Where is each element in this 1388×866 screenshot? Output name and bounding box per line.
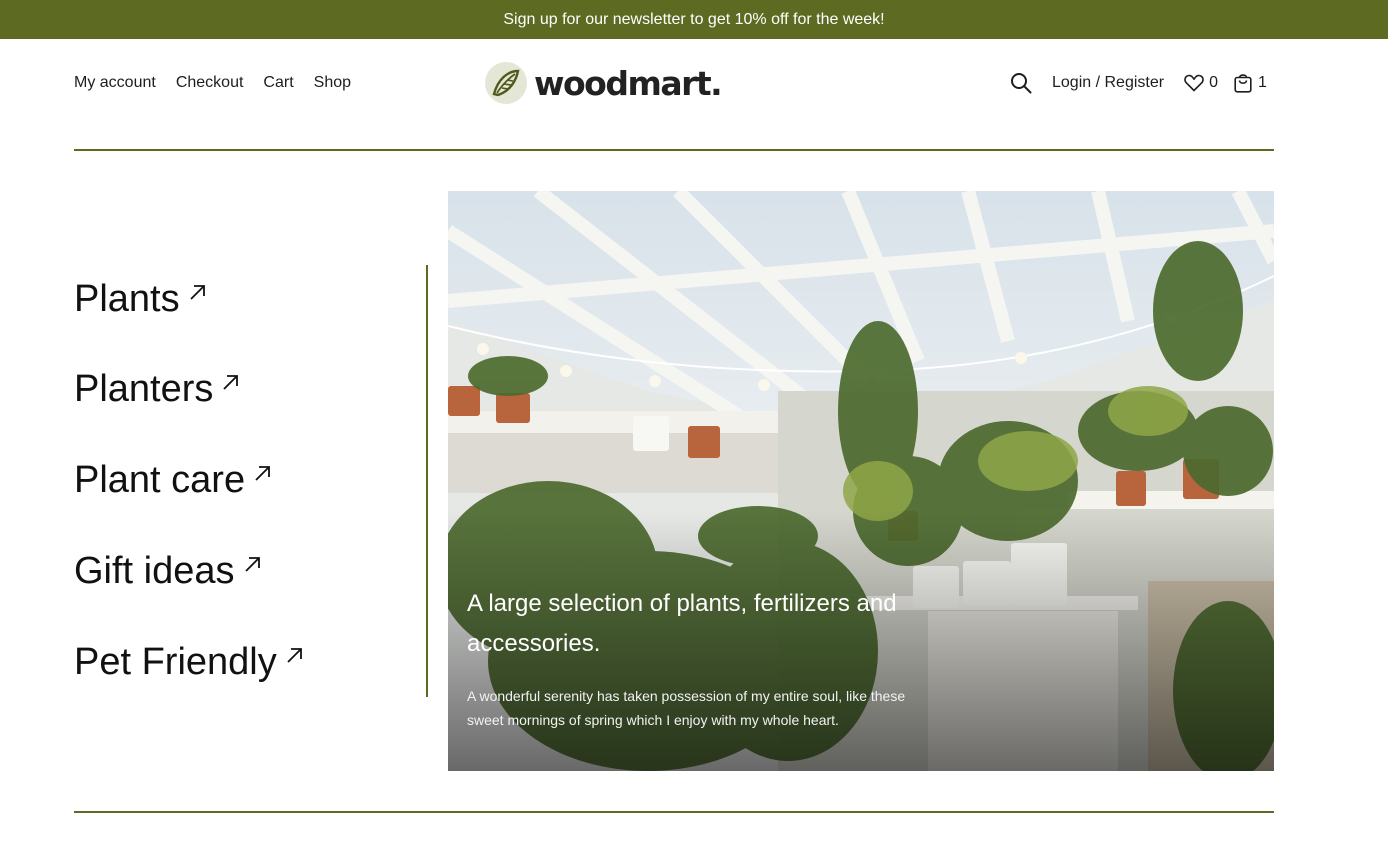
nav-cart[interactable]: Cart: [263, 74, 293, 92]
section-divider: [74, 811, 1274, 813]
category-label: Plant care: [74, 459, 246, 501]
header-actions: Login / Register 0 1: [1010, 72, 1267, 94]
primary-nav: My account Checkout Cart Shop: [74, 74, 351, 92]
arrow-up-right-icon: [189, 285, 205, 300]
category-planters[interactable]: Planters: [74, 368, 241, 411]
nav-my-account[interactable]: My account: [74, 74, 156, 92]
logo-text: woodmart.: [534, 63, 723, 103]
arrow-up-right-icon: [244, 557, 260, 572]
category-pet-friendly[interactable]: Pet Friendly: [74, 641, 305, 684]
hero-banner[interactable]: A large selection of plants, fertilizers…: [448, 191, 1274, 771]
wishlist-count: 0: [1209, 74, 1218, 91]
cart-count: 1: [1257, 74, 1267, 91]
hero-title: A large selection of plants, fertilizers…: [467, 590, 897, 657]
nav-checkout[interactable]: Checkout: [176, 74, 244, 92]
category-label: Gift ideas: [74, 550, 235, 592]
wishlist-button[interactable]: 0: [1184, 74, 1218, 92]
category-list: Plants Planters Plant care Gift ideas Pe…: [74, 265, 428, 697]
arrow-up-right-icon: [255, 466, 270, 481]
nav-shop[interactable]: Shop: [314, 74, 351, 92]
category-label: Plants: [74, 278, 180, 320]
category-label: Pet Friendly: [74, 641, 277, 683]
hero-description: A wonderful serenity has taken possessio…: [467, 688, 906, 728]
shopping-bag-icon: [1234, 74, 1252, 93]
header: My account Checkout Cart Shop woodmart. …: [0, 39, 1388, 129]
category-plants[interactable]: Plants: [74, 278, 208, 321]
search-icon: [1011, 73, 1032, 94]
logo-icon: [485, 62, 527, 104]
newsletter-text: Sign up for our newsletter to get 10% of…: [503, 10, 885, 28]
cart-button[interactable]: 1: [1234, 73, 1267, 93]
newsletter-bar: Sign up for our newsletter to get 10% of…: [0, 0, 1388, 39]
arrow-up-right-icon: [223, 375, 239, 390]
category-plant-care[interactable]: Plant care: [74, 459, 273, 502]
search-button[interactable]: [1010, 72, 1032, 94]
heart-icon: [1184, 74, 1204, 92]
category-label: Planters: [74, 368, 214, 410]
category-gift-ideas[interactable]: Gift ideas: [74, 550, 263, 593]
site-logo[interactable]: woodmart.: [484, 61, 723, 105]
header-divider: [74, 149, 1274, 151]
login-register-link[interactable]: Login / Register: [1052, 74, 1164, 92]
arrow-up-right-icon: [287, 648, 302, 663]
